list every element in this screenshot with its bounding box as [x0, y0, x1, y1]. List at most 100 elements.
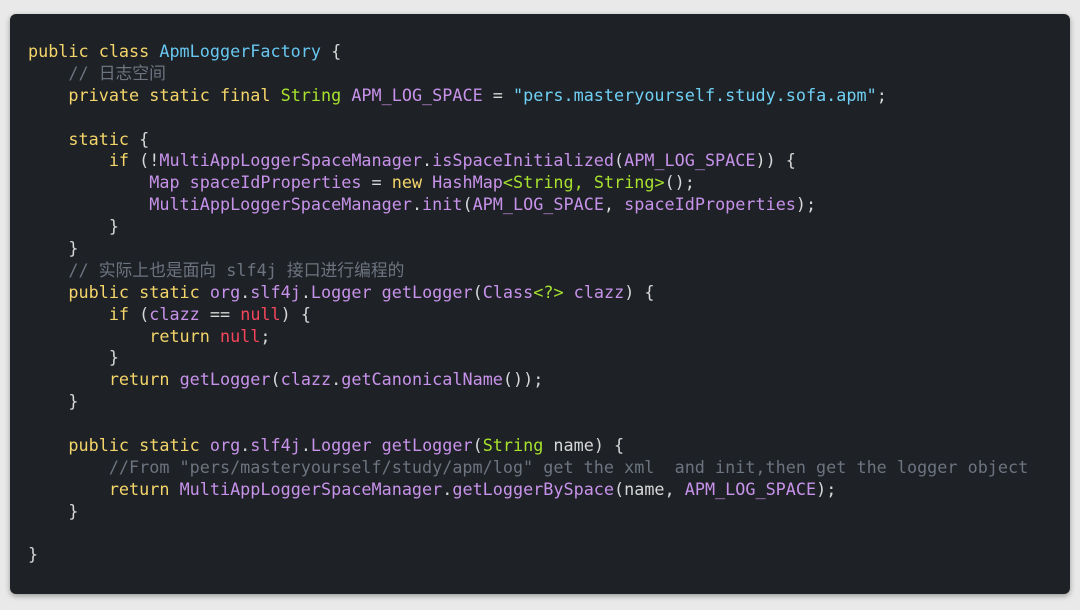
code-token: {: [129, 128, 150, 149]
code-token: clazz: [573, 281, 625, 302]
code-line: // 实际上也是面向 slf4j 接口进行编程的: [28, 260, 1028, 282]
code-line: return getLogger(clazz.getCanonicalName(…: [28, 369, 1028, 391]
code-token: .: [422, 150, 433, 171]
code-token: );: [795, 194, 817, 215]
code-token: }: [28, 347, 119, 368]
code-token: (: [129, 303, 150, 324]
code-token: ) {: [280, 303, 311, 324]
code-token: private static final: [28, 84, 281, 105]
code-token: .: [442, 478, 453, 499]
code-line: }: [28, 238, 1028, 260]
code-line: public static org.slf4j.Logger getLogger…: [28, 282, 1028, 304]
code-token: APM_LOG_SPACE: [351, 84, 483, 105]
code-token: Map: [149, 172, 180, 193]
code-token: .: [411, 194, 423, 215]
code-token: =: [361, 172, 392, 193]
code-token: ==: [199, 303, 241, 324]
code-token: APM_LOG_SPACE: [684, 478, 817, 499]
code-token: ,: [603, 194, 625, 215]
code-token: isSpaceInitialized: [432, 150, 615, 171]
code-token: return: [28, 478, 170, 499]
code-token: if: [28, 150, 130, 171]
code-token: .: [331, 369, 342, 390]
code-window: public class ApmLoggerFactory { // 日志空间 …: [10, 14, 1070, 594]
code-token: (!: [129, 150, 160, 171]
code-token: <String, String>: [502, 172, 665, 193]
code-token: getLogger: [179, 369, 271, 390]
code-token: org: [209, 281, 241, 302]
code-token: public static: [28, 435, 210, 456]
code-line: // 日志空间: [28, 63, 1028, 85]
code-token: ();: [664, 172, 695, 193]
code-token: slf4j: [250, 281, 301, 302]
code-line: public class ApmLoggerFactory {: [28, 41, 1028, 63]
code-token: MultiAppLoggerSpaceManager: [179, 478, 443, 499]
code-token: }: [28, 500, 79, 521]
code-token: ;: [876, 84, 887, 105]
code-token: slf4j: [250, 435, 301, 456]
code-line: return null;: [28, 326, 1028, 348]
code-line: MultiAppLoggerSpaceManager.init(APM_LOG_…: [28, 194, 1028, 216]
code-line: return MultiAppLoggerSpaceManager.getLog…: [28, 479, 1028, 501]
code-token: ());: [502, 369, 544, 390]
code-token: String: [482, 435, 544, 456]
code-line: if (!MultiAppLoggerSpaceManager.isSpaceI…: [28, 150, 1028, 172]
code-token: }: [28, 238, 79, 259]
code-token: ApmLoggerFactory: [159, 41, 321, 61]
code-token: org: [209, 435, 241, 456]
code-line: if (clazz == null) {: [28, 304, 1028, 326]
code-line: static {: [28, 129, 1028, 151]
code-line: private static final String APM_LOG_SPAC…: [28, 85, 1028, 107]
code-token: return: [28, 325, 210, 346]
code-token: (: [614, 150, 625, 171]
code-token: null: [240, 303, 281, 324]
code-token: .: [300, 435, 311, 456]
code-token: MultiAppLoggerSpaceManager: [149, 194, 412, 215]
code-token: init: [422, 194, 463, 215]
code-token: //From "pers/masteryourself/study/apm/lo…: [28, 456, 1029, 477]
code-line: }: [28, 347, 1028, 369]
code-token: name) {: [543, 435, 625, 456]
code-token: getLoggerBySpace: [452, 478, 615, 499]
code-token: .: [300, 281, 311, 302]
code-line: }: [28, 501, 1028, 523]
code-token: }: [28, 544, 39, 565]
code-token: null: [219, 325, 261, 346]
code-line: public static org.slf4j.Logger getLogger…: [28, 435, 1028, 457]
code-line: }: [28, 391, 1028, 413]
code-token: (: [472, 435, 483, 456]
code-token: =: [482, 84, 513, 105]
code-line: }: [28, 216, 1028, 238]
code-token: if: [28, 303, 130, 324]
code-token: getLogger: [381, 281, 473, 302]
code-token: // 日志空间: [28, 62, 166, 83]
code-token: (name,: [614, 478, 685, 499]
code-line: //From "pers/masteryourself/study/apm/lo…: [28, 457, 1028, 479]
code-token: Logger: [310, 281, 372, 302]
code-token: public class: [28, 41, 160, 61]
code-token: <?>: [533, 281, 564, 302]
code-token: )) {: [755, 150, 796, 171]
code-token: );: [816, 478, 837, 499]
code-token: APM_LOG_SPACE: [624, 150, 756, 171]
code-token: clazz: [149, 303, 200, 324]
code-token: getCanonicalName: [341, 369, 503, 390]
code-line: Map spaceIdProperties = new HashMap<Stri…: [28, 172, 1028, 194]
code-token: // 实际上也是面向 slf4j 接口进行编程的: [28, 259, 405, 280]
code-token: ) {: [624, 281, 655, 302]
code-token: spaceIdProperties: [189, 172, 362, 193]
code-token: new: [391, 172, 423, 193]
